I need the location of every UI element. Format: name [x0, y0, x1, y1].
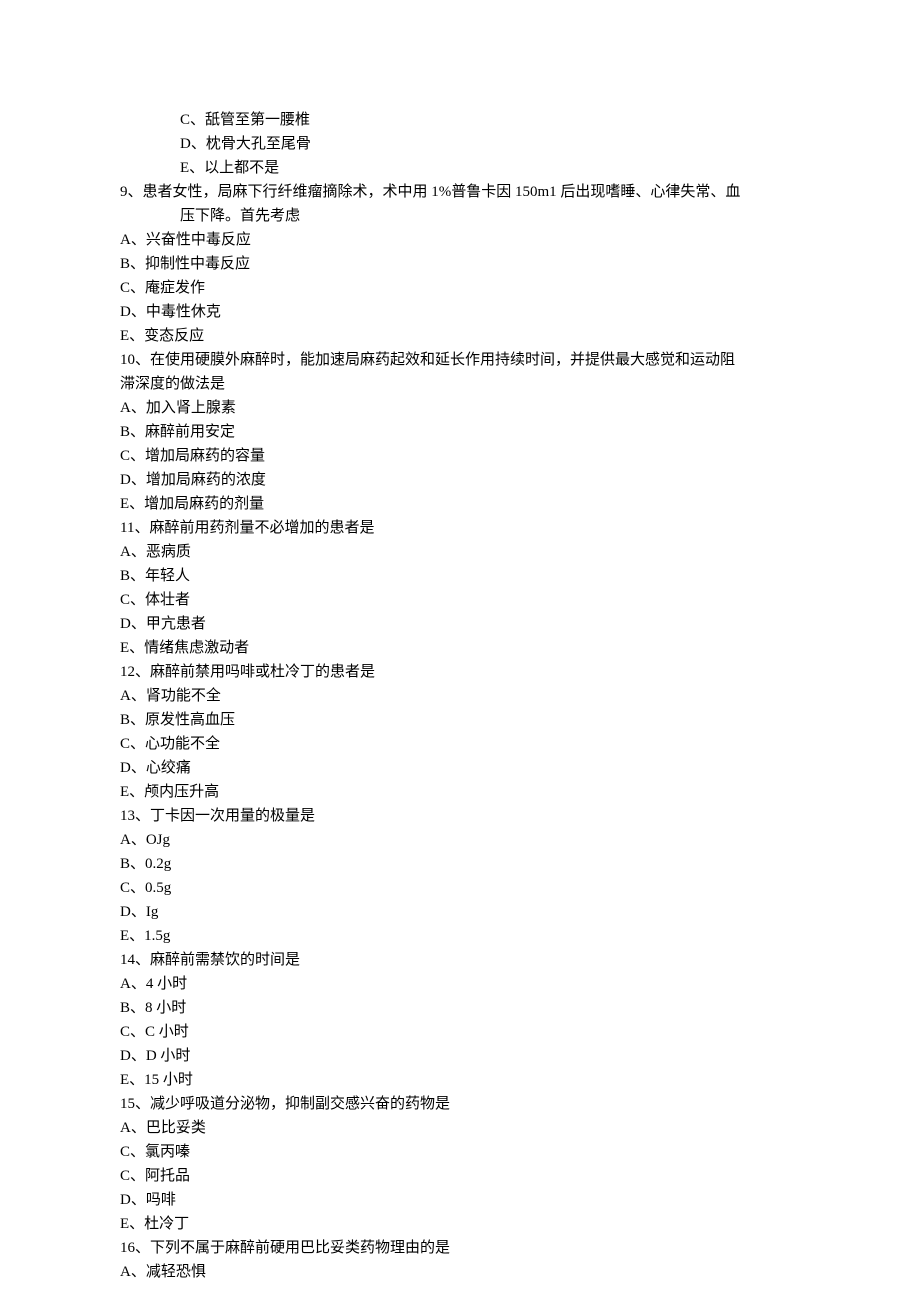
q8-option-d: D、枕骨大孔至尾骨 — [120, 132, 920, 156]
q10-stem-line2: 滞深度的做法是 — [120, 372, 920, 396]
q10-stem-line1: 10、在使用硬膜外麻醉时，能加速局麻药起效和延长作用持续时间，并提供最大感觉和运… — [120, 348, 920, 372]
q11-stem: 11、麻醉前用药剂量不必增加的患者是 — [120, 516, 920, 540]
q15-option-c: C、阿托品 — [120, 1164, 920, 1188]
q11-option-d: D、甲亢患者 — [120, 612, 920, 636]
q9-stem-line1: 9、患者女性，局麻下行纤维瘤摘除术，术中用 1%普鲁卡因 150m1 后出现嗜睡… — [120, 180, 920, 204]
q16-option-a: A、减轻恐惧 — [120, 1260, 920, 1284]
q10-option-e: E、增加局麻药的剂量 — [120, 492, 920, 516]
q10-option-b: B、麻醉前用安定 — [120, 420, 920, 444]
q12-option-a: A、肾功能不全 — [120, 684, 920, 708]
q11-option-c: C、体壮者 — [120, 588, 920, 612]
q9-option-e: E、变态反应 — [120, 324, 920, 348]
q9-stem-line2: 压下降。首先考虑 — [120, 204, 920, 228]
q14-option-d: D、D 小时 — [120, 1044, 920, 1068]
q14-option-e: E、15 小时 — [120, 1068, 920, 1092]
q12-option-d: D、心绞痛 — [120, 756, 920, 780]
q11-option-e: E、情绪焦虑激动者 — [120, 636, 920, 660]
q13-option-b: B、0.2g — [120, 852, 920, 876]
q15-option-d: D、吗啡 — [120, 1188, 920, 1212]
q9-option-b: B、抑制性中毒反应 — [120, 252, 920, 276]
q9-option-c: C、庵症发作 — [120, 276, 920, 300]
q15-option-e: E、杜冷丁 — [120, 1212, 920, 1236]
q15-stem: 15、减少呼吸道分泌物，抑制副交感兴奋的药物是 — [120, 1092, 920, 1116]
q10-option-c: C、增加局麻药的容量 — [120, 444, 920, 468]
document-page: C、舐管至第一腰椎 D、枕骨大孔至尾骨 E、以上都不是 9、患者女性，局麻下行纤… — [0, 0, 920, 1301]
q12-option-b: B、原发性高血压 — [120, 708, 920, 732]
q9-option-d: D、中毒性休克 — [120, 300, 920, 324]
q12-option-c: C、心功能不全 — [120, 732, 920, 756]
q13-stem: 13、丁卡因一次用量的极量是 — [120, 804, 920, 828]
q9-option-a: A、兴奋性中毒反应 — [120, 228, 920, 252]
q15-option-b: C、氯丙嗪 — [120, 1140, 920, 1164]
q12-option-e: E、颅内压升高 — [120, 780, 920, 804]
q13-option-e: E、1.5g — [120, 924, 920, 948]
q11-option-a: A、恶病质 — [120, 540, 920, 564]
q8-option-c: C、舐管至第一腰椎 — [120, 108, 920, 132]
q14-stem: 14、麻醉前需禁饮的时间是 — [120, 948, 920, 972]
q13-option-a: A、OJg — [120, 828, 920, 852]
q10-option-a: A、加入肾上腺素 — [120, 396, 920, 420]
q8-option-e: E、以上都不是 — [120, 156, 920, 180]
q13-option-d: D、Ig — [120, 900, 920, 924]
q14-option-b: B、8 小时 — [120, 996, 920, 1020]
q13-option-c: C、0.5g — [120, 876, 920, 900]
q15-option-a: A、巴比妥类 — [120, 1116, 920, 1140]
q10-option-d: D、增加局麻药的浓度 — [120, 468, 920, 492]
q14-option-a: A、4 小时 — [120, 972, 920, 996]
q12-stem: 12、麻醉前禁用吗啡或杜冷丁的患者是 — [120, 660, 920, 684]
q14-option-c: C、C 小时 — [120, 1020, 920, 1044]
q16-stem: 16、下列不属于麻醉前硬用巴比妥类药物理由的是 — [120, 1236, 920, 1260]
q11-option-b: B、年轻人 — [120, 564, 920, 588]
